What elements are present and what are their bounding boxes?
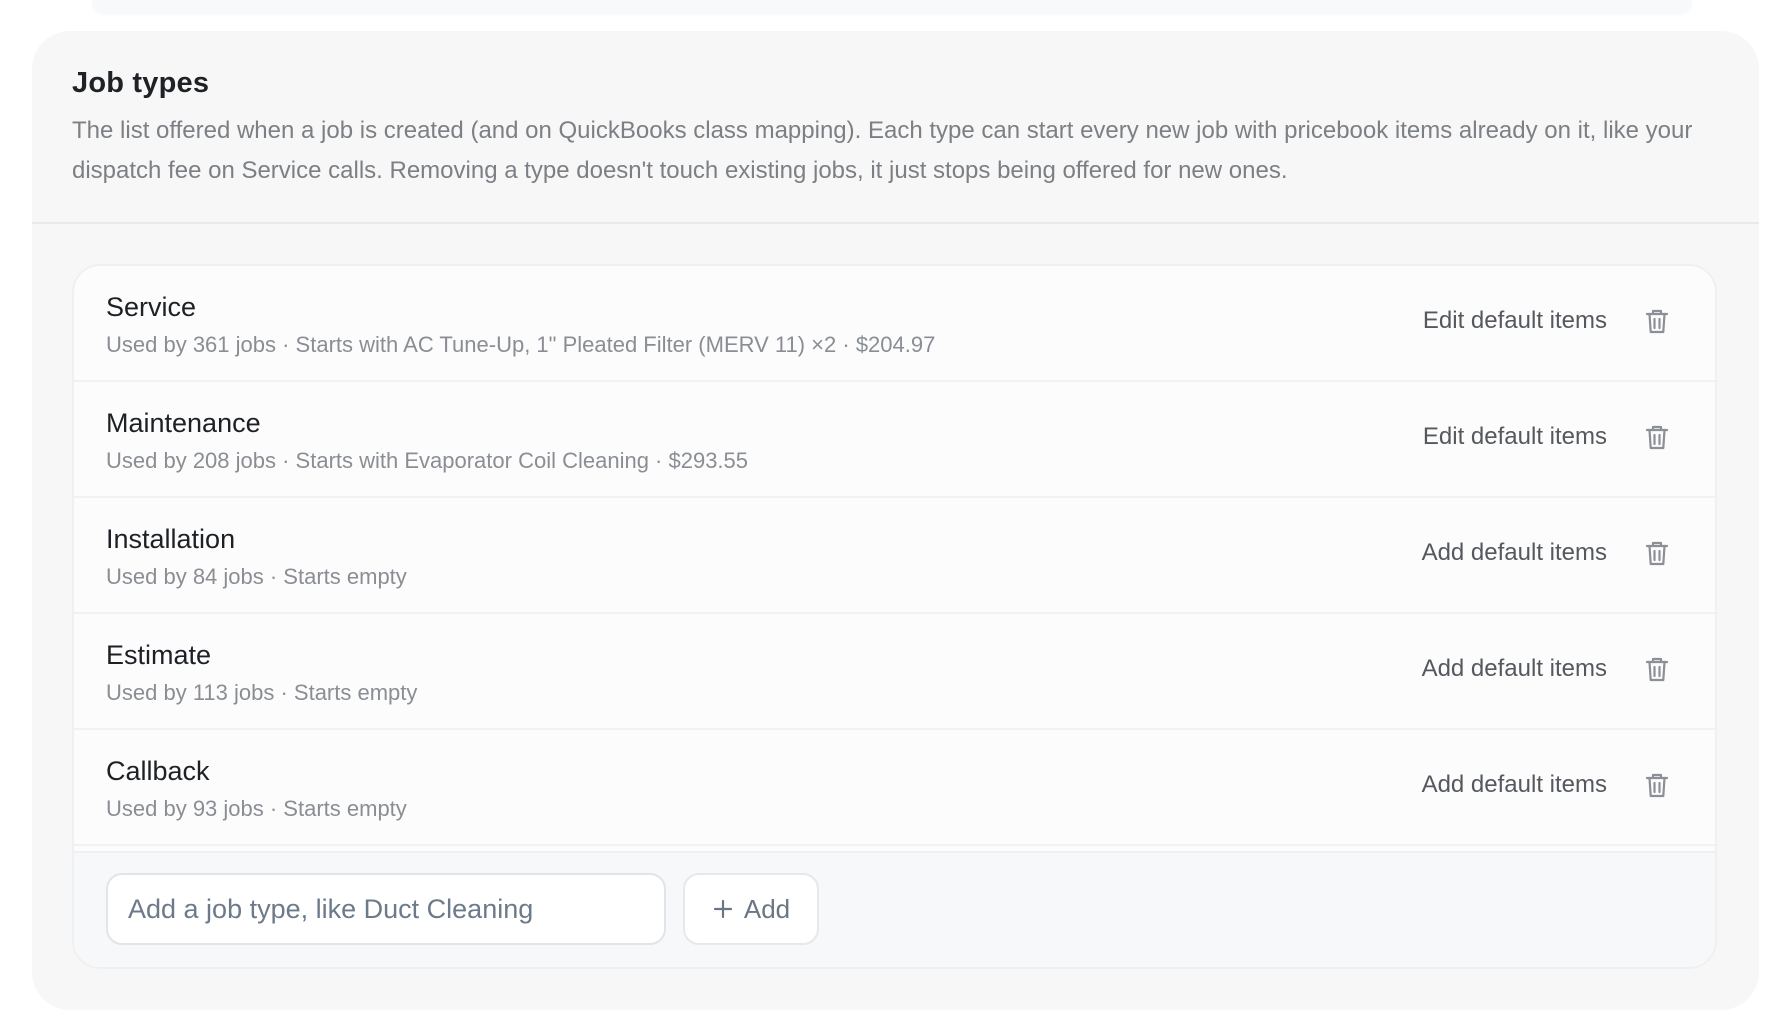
trash-icon: [1641, 769, 1673, 801]
job-type-name: Estimate: [106, 640, 212, 670]
job-type-name: Maintenance: [106, 408, 261, 438]
delete-job-type-button[interactable]: [1641, 305, 1673, 337]
trash-icon: [1641, 537, 1673, 569]
job-type-row: Installation Used by 84 jobs · Starts em…: [74, 498, 1715, 614]
section-title: Job types: [72, 67, 210, 99]
trash-icon: [1641, 653, 1673, 685]
add-job-type-button[interactable]: Add: [683, 873, 819, 945]
delete-job-type-button[interactable]: [1641, 769, 1673, 801]
job-type-meta: Used by 208 jobs · Starts with Evaporato…: [106, 448, 749, 473]
job-type-name: Service: [106, 292, 197, 322]
job-types-section: Job types The list offered when a job is…: [32, 31, 1759, 1010]
add-default-items-button[interactable]: Add default items: [1422, 536, 1607, 570]
delete-job-type-button[interactable]: [1641, 421, 1673, 453]
job-type-name: Callback: [106, 756, 210, 786]
section-description: The list offered when a job is created (…: [72, 117, 1693, 184]
job-type-row: Callback Used by 93 jobs · Starts empty …: [74, 730, 1715, 846]
job-types-list: Service Used by 361 jobs · Starts with A…: [72, 264, 1717, 969]
add-default-items-button[interactable]: Add default items: [1422, 652, 1607, 686]
add-button-label: Add: [743, 893, 791, 924]
edit-default-items-button[interactable]: Edit default items: [1423, 304, 1607, 338]
add-default-items-button[interactable]: Add default items: [1422, 768, 1607, 802]
trash-icon: [1641, 421, 1673, 453]
section-header: Job types The list offered when a job is…: [32, 31, 1759, 224]
new-job-type-input[interactable]: [106, 873, 666, 945]
edit-default-items-button[interactable]: Edit default items: [1423, 420, 1607, 454]
job-type-meta: Used by 361 jobs · Starts with AC Tune-U…: [106, 332, 936, 357]
job-type-meta: Used by 84 jobs · Starts empty: [106, 564, 407, 589]
delete-job-type-button[interactable]: [1641, 537, 1673, 569]
add-job-type-form: Add: [74, 851, 1715, 967]
plus-icon: [712, 898, 734, 920]
job-type-row: Service Used by 361 jobs · Starts with A…: [74, 266, 1715, 382]
previous-section-edge: [92, 0, 1692, 12]
job-type-name: Installation: [106, 524, 236, 554]
job-type-meta: Used by 113 jobs · Starts empty: [106, 680, 418, 705]
trash-icon: [1641, 305, 1673, 337]
delete-job-type-button[interactable]: [1641, 653, 1673, 685]
job-type-meta: Used by 93 jobs · Starts empty: [106, 796, 407, 821]
job-type-row: Estimate Used by 113 jobs · Starts empty…: [74, 614, 1715, 730]
job-type-row: Maintenance Used by 208 jobs · Starts wi…: [74, 382, 1715, 498]
